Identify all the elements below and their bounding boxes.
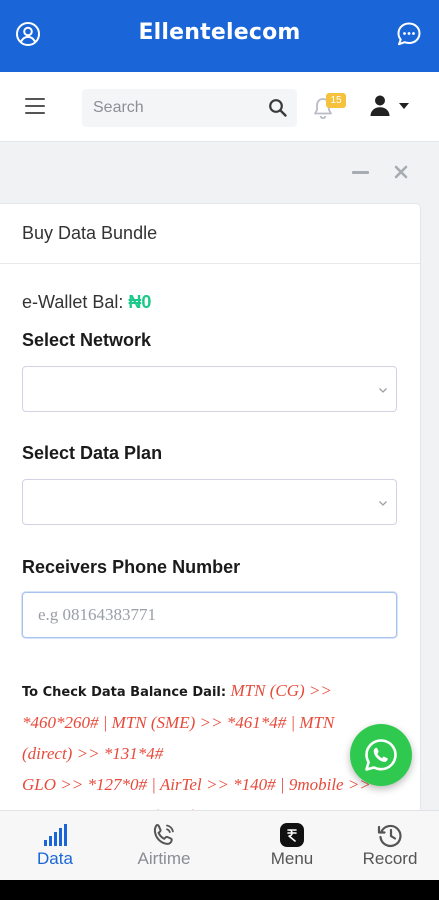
app-bar: Ellentelecom <box>0 0 439 72</box>
network-select[interactable] <box>22 366 397 412</box>
chevron-down-icon <box>379 501 387 506</box>
info-lead: To Check Data Balance Dail: <box>22 685 227 700</box>
network-label: Select Network <box>22 330 152 350</box>
tab-menu[interactable]: Menu <box>237 811 347 881</box>
balance-codes-info: To Check Data Balance Dail: MTN (CG) >> … <box>22 676 382 832</box>
chevron-down-icon <box>379 388 387 393</box>
tab-airtime[interactable]: Airtime <box>109 811 219 881</box>
wallet-amount: ₦0 <box>128 292 152 312</box>
whatsapp-button[interactable] <box>350 724 412 786</box>
search-icon[interactable] <box>268 98 288 118</box>
tab-data-label: Data <box>37 849 73 868</box>
search-input[interactable] <box>82 89 262 127</box>
rupee-coin-icon <box>280 823 304 847</box>
panel-controls <box>0 143 439 203</box>
tab-data[interactable]: Data <box>0 811 110 881</box>
phone-label: Receivers Phone Number <box>22 557 241 577</box>
tab-record[interactable]: Record <box>335 811 439 881</box>
phone-input[interactable] <box>23 593 396 637</box>
system-navigation-bar <box>0 880 439 900</box>
notifications-button[interactable]: 15 <box>312 93 346 120</box>
notification-count-badge: 15 <box>326 93 346 108</box>
hamburger-icon[interactable] <box>25 98 45 116</box>
top-nav: 15 <box>0 72 439 142</box>
wallet-label: e-Wallet Bal: <box>22 292 124 312</box>
buy-data-card: Buy Data Bundle e-Wallet Bal: ₦0 Select … <box>0 203 421 900</box>
history-icon <box>377 824 402 848</box>
close-icon[interactable] <box>392 163 410 181</box>
caret-down-icon <box>399 103 409 109</box>
plan-select[interactable] <box>22 479 397 525</box>
signal-bars-icon <box>44 824 67 846</box>
chat-bubble-icon[interactable] <box>396 21 422 47</box>
user-menu[interactable] <box>369 94 413 120</box>
app-title: Ellentelecom <box>138 20 301 45</box>
tab-record-label: Record <box>362 849 418 868</box>
wallet-balance: e-Wallet Bal: ₦0 <box>22 292 151 313</box>
bottom-nav: Data Airtime Menu Record <box>0 810 439 880</box>
whatsapp-icon <box>365 739 397 771</box>
tab-airtime-label: Airtime <box>137 849 191 868</box>
phone-field <box>22 592 397 638</box>
phone-call-icon <box>153 823 174 845</box>
plan-label: Select Data Plan <box>22 443 163 463</box>
card-title: Buy Data Bundle <box>0 204 420 264</box>
minus-icon[interactable] <box>352 171 369 174</box>
tab-menu-label: Menu <box>270 849 314 868</box>
user-icon <box>370 95 390 116</box>
search-box <box>82 89 297 127</box>
